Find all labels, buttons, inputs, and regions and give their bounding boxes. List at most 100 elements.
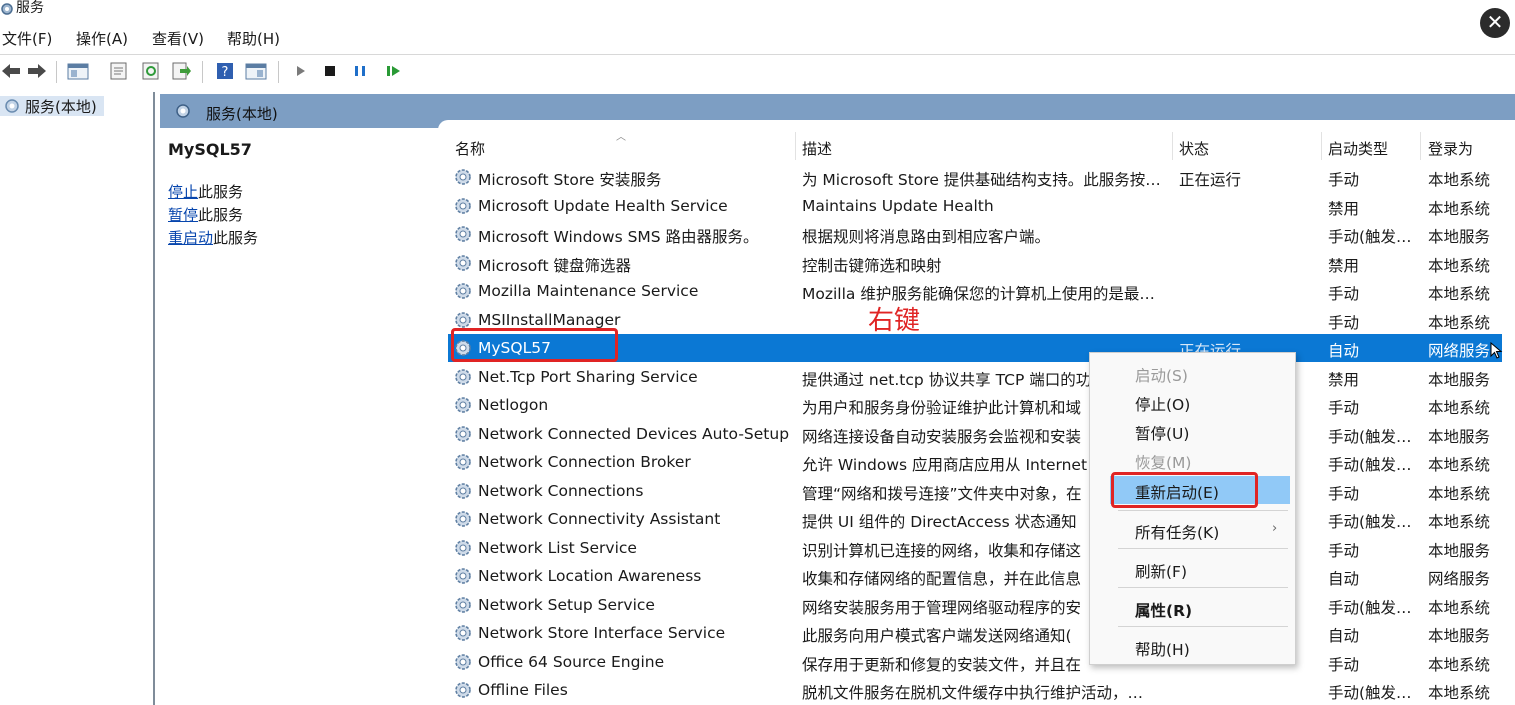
menu-help[interactable]: 帮助(H): [227, 28, 280, 49]
start-icon[interactable]: [294, 61, 308, 81]
service-row[interactable]: Microsoft Windows SMS 路由器服务。 根据规则将消息路由到相应…: [448, 220, 1502, 248]
service-row[interactable]: Network Location Awareness 收集和存储网络的配置信息，并…: [448, 562, 1502, 590]
stop-service-link[interactable]: 停止: [168, 183, 198, 201]
menu-file[interactable]: 文件(F): [2, 28, 52, 49]
service-name-cell: Microsoft Store 安装服务: [478, 171, 662, 189]
service-name-cell: Network List Service: [478, 538, 637, 557]
menu-item-label: 停止(O): [1135, 396, 1191, 414]
menu-item-resume[interactable]: 恢复(M): [1090, 446, 1295, 474]
column-header-status[interactable]: 状态: [1179, 138, 1209, 159]
services-gear-icon: [176, 104, 190, 118]
service-gear-icon: [455, 625, 471, 641]
service-row[interactable]: Netlogon 为用户和服务身份验证维护此计算机和域 手动 本地系统: [448, 391, 1502, 419]
column-header-logon-as[interactable]: 登录为: [1428, 138, 1473, 159]
service-startup-cell: 手动(触发…: [1328, 598, 1412, 617]
menu-item-all-tasks[interactable]: 所有任务(K) ›: [1090, 516, 1295, 544]
service-startup-cell: 手动(触发…: [1328, 684, 1412, 702]
service-gear-icon: [455, 482, 471, 499]
service-row[interactable]: Offline Files 脱机文件服务在脱机文件缓存中执行维护活动，… 手动(触发…: [448, 676, 1502, 704]
tree-item-services-local[interactable]: 服务(本地): [0, 96, 104, 116]
restart-service-link[interactable]: 重启动: [168, 229, 213, 247]
service-row[interactable]: Microsoft Store 安装服务 为 Microsoft Store 提供…: [448, 163, 1502, 191]
service-row[interactable]: Network Store Interface Service 此服务向用户模式客…: [448, 619, 1502, 647]
menu-separator: [1118, 626, 1288, 627]
show-tree-icon[interactable]: [66, 61, 90, 81]
column-header-description[interactable]: 描述: [802, 138, 832, 159]
refresh-icon[interactable]: [140, 61, 162, 81]
service-row[interactable]: Network Setup Service 网络安装服务用于管理网络驱动程序的安手…: [448, 591, 1502, 619]
services-gear-icon: [1, 3, 13, 15]
menu-separator: [1118, 510, 1288, 511]
service-gear-icon: [455, 397, 471, 413]
menu-bar: 文件(F) 操作(A) 查看(V) 帮助(H): [0, 24, 1515, 50]
service-row[interactable]: Net.Tcp Port Sharing Service 提供通过 net.tcp…: [448, 363, 1502, 391]
service-row[interactable]: Microsoft Update Health Service Maintains…: [448, 192, 1502, 220]
service-status-cell: 正在运行: [1179, 171, 1242, 189]
menu-item-stop[interactable]: 停止(O): [1090, 388, 1295, 416]
service-name-cell: Microsoft 键盘筛选器: [478, 256, 631, 275]
menu-item-label: 恢复(M): [1135, 454, 1192, 472]
service-name-cell: Network Connected Devices Auto-Setup: [478, 424, 790, 443]
action-suffix: 此服务: [198, 206, 244, 224]
title-bar: 服务: [0, 0, 1515, 20]
pause-service-link[interactable]: 暂停: [168, 206, 198, 224]
service-logon-cell: 本地系统: [1428, 598, 1491, 617]
stop-icon[interactable]: [322, 61, 338, 81]
submenu-arrow-icon: ›: [1272, 521, 1278, 536]
service-name-cell: Network Store Interface Service: [478, 624, 726, 642]
service-row[interactable]: Mozilla Maintenance Service Mozilla 维护服务能…: [448, 277, 1502, 305]
service-row[interactable]: Network List Service 识别计算机已连接的网络，收集和存储这 手动…: [448, 534, 1502, 562]
service-row[interactable]: Office 64 Source Engine 保存用于更新和修复的安装文件，并且…: [448, 648, 1502, 676]
menu-item-pause[interactable]: 暂停(U): [1090, 417, 1295, 445]
service-logon-cell: 本地系统: [1428, 171, 1491, 189]
main-header-title: 服务(本地): [206, 105, 278, 123]
pause-icon[interactable]: [352, 61, 368, 81]
menu-item-properties[interactable]: 属性(R): [1090, 594, 1295, 622]
column-divider: [1420, 132, 1421, 160]
toolbar-separator: [278, 61, 279, 83]
service-startup-cell: 手动: [1328, 171, 1360, 189]
service-row[interactable]: Network Connected Devices Auto-Setup 网络连接…: [448, 420, 1502, 448]
service-startup-cell: 自动: [1328, 570, 1360, 588]
service-detail-pane: MySQL57 停止此服务 暂停此服务 重启动此服务: [168, 140, 428, 250]
service-description-cell: 控制击键筛选和映射: [802, 256, 942, 275]
service-row[interactable]: Network Connection Broker 允许 Windows 应用商店…: [448, 448, 1502, 476]
service-row[interactable]: Network Connectivity Assistant 提供 UI 组件的 …: [448, 505, 1502, 533]
service-name-cell: Mozilla Maintenance Service: [478, 282, 699, 300]
view-icon[interactable]: [244, 61, 268, 81]
service-startup-cell: 手动: [1328, 285, 1360, 303]
column-header-startup-type[interactable]: 启动类型: [1328, 138, 1388, 159]
service-row[interactable]: Microsoft 键盘筛选器 控制击键筛选和映射 禁用 本地系统: [448, 249, 1502, 277]
service-logon-cell: 本地系统: [1428, 256, 1491, 275]
service-row[interactable]: Network Connections 管理“网络和拨号连接”文件夹中对象，在 手动…: [448, 477, 1502, 505]
resume-icon[interactable]: [384, 61, 402, 81]
service-logon-cell: 本地系统: [1428, 484, 1491, 503]
properties-icon[interactable]: [108, 61, 130, 81]
menu-action[interactable]: 操作(A): [76, 28, 128, 49]
service-name-cell: Netlogon: [478, 396, 549, 414]
menu-item-help[interactable]: 帮助(H): [1090, 633, 1295, 661]
service-name-cell: Microsoft Update Health Service: [478, 196, 728, 215]
service-gear-icon: [455, 283, 471, 299]
menu-item-refresh[interactable]: 刷新(F): [1090, 555, 1295, 583]
service-logon-cell: 本地服务: [1428, 228, 1491, 246]
export-icon[interactable]: [170, 61, 192, 81]
service-name-cell: Office 64 Source Engine: [478, 652, 665, 671]
menu-item-start[interactable]: 启动(S): [1090, 359, 1295, 387]
service-startup-cell: 自动: [1328, 627, 1360, 645]
column-header-name[interactable]: 名称: [455, 138, 485, 159]
help-icon[interactable]: ?: [214, 61, 236, 81]
forward-icon[interactable]: [26, 61, 48, 81]
service-name-cell: Offline Files: [478, 681, 568, 699]
back-icon[interactable]: [0, 61, 22, 81]
action-suffix: 此服务: [213, 229, 259, 247]
service-logon-cell: 本地系统: [1428, 456, 1491, 474]
service-gear-icon: [455, 226, 471, 242]
menu-item-label: 刷新(F): [1135, 563, 1188, 581]
toolbar: ?: [0, 54, 1515, 86]
restart-highlight-box: [1111, 472, 1258, 508]
menu-view[interactable]: 查看(V): [152, 28, 204, 49]
view-tab-area: [438, 120, 1515, 130]
service-startup-cell: 禁用: [1328, 256, 1360, 275]
service-gear-icon: [455, 653, 471, 670]
